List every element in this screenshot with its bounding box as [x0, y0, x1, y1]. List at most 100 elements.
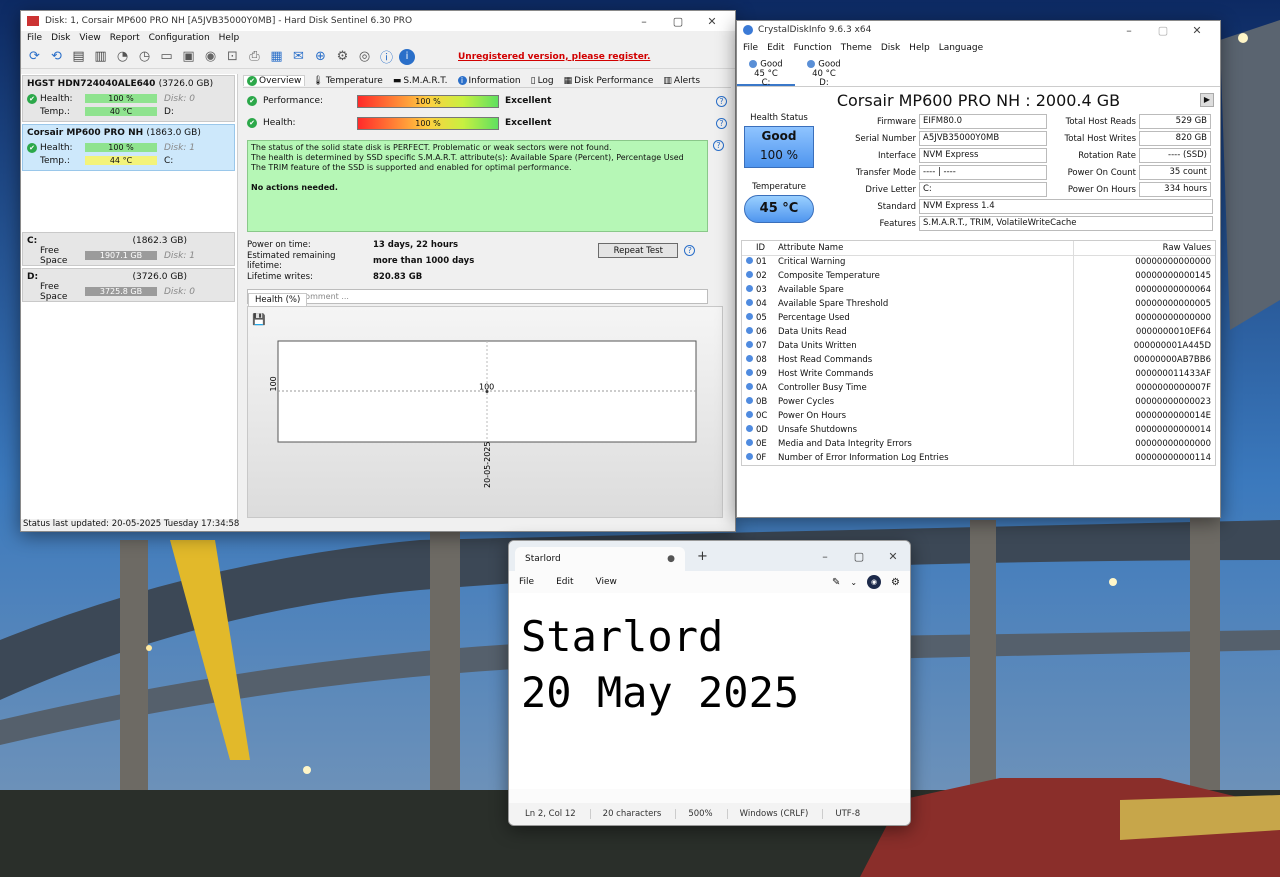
unregistered-link[interactable]: Unregistered version, please register.: [458, 52, 650, 62]
tab-log[interactable]: ▯ Log: [528, 76, 557, 86]
tab-overview[interactable]: ✔ Overview: [243, 75, 306, 86]
line-ending[interactable]: Windows (CRLF): [740, 809, 824, 819]
copilot-icon[interactable]: ✎: [832, 577, 840, 588]
refresh-icon[interactable]: ⟳: [25, 47, 44, 66]
encoding[interactable]: UTF-8: [835, 809, 874, 819]
table-row[interactable]: 08 Host Read Commands 00000000AB7BB6: [742, 353, 1215, 367]
settings-icon[interactable]: ⚙: [333, 47, 352, 66]
disk-entry-1[interactable]: Corsair MP600 PRO NH (1863.0 GB) ✔ Health…: [22, 124, 235, 171]
maximize-icon[interactable]: ▢: [1146, 24, 1180, 37]
volume-entry-c[interactable]: C: (1862.3 GB) Free Space 1907.1 GB Disk: 1: [22, 232, 235, 266]
mail-icon[interactable]: ✉: [289, 47, 308, 66]
menu-disk[interactable]: Disk: [51, 33, 70, 43]
close-icon[interactable]: ✕: [695, 15, 729, 28]
table-row[interactable]: 01 Critical Warning 00000000000000: [742, 255, 1215, 269]
disk-tools-icon[interactable]: ▥: [91, 47, 110, 66]
bench-icon[interactable]: ◔: [113, 47, 132, 66]
timer-icon[interactable]: ◷: [135, 47, 154, 66]
menu-configuration[interactable]: Configuration: [149, 33, 210, 43]
avatar[interactable]: ◉: [867, 575, 882, 589]
minimize-icon[interactable]: –: [808, 550, 842, 563]
table-row[interactable]: 0A Controller Busy Time 0000000000007F: [742, 381, 1215, 395]
table-row[interactable]: 05 Percentage Used 00000000000000: [742, 311, 1215, 325]
table-row[interactable]: 06 Data Units Read 0000000010EF64: [742, 325, 1215, 339]
menu-file[interactable]: File: [27, 33, 42, 43]
close-icon[interactable]: ✕: [876, 550, 910, 563]
plus-icon[interactable]: +: [697, 549, 708, 564]
menu-help[interactable]: Help: [909, 43, 930, 53]
drive-button-c[interactable]: Good 45 °C C:: [737, 57, 795, 87]
chevron-down-icon[interactable]: ⌄: [850, 578, 857, 587]
menu-view[interactable]: View: [79, 33, 100, 43]
alert-icon[interactable]: ◎: [355, 47, 374, 66]
table-row[interactable]: 0C Power On Hours 0000000000014E: [742, 409, 1215, 423]
hdd-icon[interactable]: ◉: [201, 47, 220, 66]
status-dot-icon: [742, 381, 756, 395]
disk-entry-0[interactable]: HGST HDN724040ALE640 (3726.0 GB) ✔ Health…: [22, 75, 235, 122]
help-icon[interactable]: ?: [684, 245, 696, 256]
network-icon[interactable]: ⊡: [223, 47, 242, 66]
refresh-all-icon[interactable]: ⟲: [47, 47, 66, 66]
maximize-icon[interactable]: ▢: [661, 15, 695, 28]
repeat-test-button[interactable]: Repeat Test: [598, 243, 679, 258]
notepad-tab[interactable]: Starlord ●: [515, 547, 685, 571]
tab-temperature[interactable]: 🌡 Temperature: [309, 76, 385, 86]
col-attribute-name[interactable]: Attribute Name: [778, 241, 1074, 256]
notepad-editor[interactable]: Starlord 20 May 2025: [509, 593, 910, 789]
table-row[interactable]: 0B Power Cycles 00000000000023: [742, 395, 1215, 409]
drive-button-d[interactable]: Good 40 °C D:: [795, 57, 853, 87]
col-id[interactable]: ID: [756, 241, 778, 256]
menu-help[interactable]: Help: [219, 33, 240, 43]
table-row[interactable]: 0D Unsafe Shutdowns 00000000000014: [742, 423, 1215, 437]
maximize-icon[interactable]: ▢: [842, 550, 876, 563]
chart-tab[interactable]: Health (%): [248, 293, 308, 306]
minimize-icon[interactable]: –: [1112, 24, 1146, 37]
tab-information[interactable]: i Information: [455, 76, 524, 86]
menu-view[interactable]: View: [596, 577, 617, 587]
menu-language[interactable]: Language: [939, 43, 983, 53]
table-row[interactable]: 04 Available Spare Threshold 0000000000000…: [742, 297, 1215, 311]
menu-function[interactable]: Function: [794, 43, 832, 53]
printer-icon[interactable]: ⎙: [245, 47, 264, 66]
help-icon[interactable]: ?: [713, 140, 724, 151]
info-icon[interactable]: i: [399, 48, 415, 65]
table-row[interactable]: 02 Composite Temperature 00000000000145: [742, 269, 1215, 283]
hds-titlebar[interactable]: Disk: 1, Corsair MP600 PRO NH [A5JVB3500…: [21, 11, 735, 31]
table-row[interactable]: 0F Number of Error Information Log Entrie…: [742, 451, 1215, 465]
settings-icon[interactable]: ⚙: [891, 577, 900, 588]
attribute-name: Available Spare: [778, 285, 844, 295]
surface-icon[interactable]: ▣: [179, 47, 198, 66]
table-row[interactable]: 09 Host Write Commands 000000011433AF: [742, 367, 1215, 381]
tab-alerts[interactable]: ▥ Alerts: [660, 76, 703, 86]
table-row[interactable]: 03 Available Spare 00000000000064: [742, 283, 1215, 297]
web-icon[interactable]: ⊕: [311, 47, 330, 66]
menu-edit[interactable]: Edit: [767, 43, 784, 53]
comment-field[interactable]: Click to add comment ...: [247, 289, 708, 304]
volume-entry-d[interactable]: D: (3726.0 GB) Free Space 3725.8 GB Disk: 0: [22, 268, 235, 302]
temperature-button[interactable]: 45 °C: [744, 195, 814, 223]
help-icon[interactable]: ?: [716, 117, 727, 129]
zoom-level[interactable]: 500%: [688, 809, 728, 819]
col-raw-values[interactable]: Raw Values: [1073, 241, 1215, 256]
disk-icon[interactable]: ▤: [69, 47, 88, 66]
help-icon[interactable]: ⓘ: [377, 47, 396, 66]
menu-theme[interactable]: Theme: [841, 43, 872, 53]
menu-file[interactable]: File: [743, 43, 758, 53]
cdi-titlebar[interactable]: CrystalDiskInfo 9.6.3 x64 – ▢ ✕: [737, 21, 1220, 39]
next-disk-icon[interactable]: ▶: [1200, 93, 1214, 107]
help-icon[interactable]: ?: [716, 95, 727, 107]
test-icon[interactable]: ▭: [157, 47, 176, 66]
minimize-icon[interactable]: –: [627, 15, 661, 28]
table-row[interactable]: 07 Data Units Written 000000001A445D: [742, 339, 1215, 353]
tab-disk-performance[interactable]: ▦ Disk Performance: [561, 76, 657, 86]
report-icon[interactable]: ▦: [267, 47, 286, 66]
table-row[interactable]: 0E Media and Data Integrity Errors 0000000…: [742, 437, 1215, 451]
health-status-button[interactable]: Good 100 %: [744, 126, 814, 168]
cdi-model-title: Corsair MP600 PRO NH : 2000.4 GB ▶: [737, 87, 1220, 113]
close-icon[interactable]: ✕: [1180, 24, 1214, 37]
menu-disk[interactable]: Disk: [881, 43, 900, 53]
menu-edit[interactable]: Edit: [556, 577, 573, 587]
menu-file[interactable]: File: [519, 577, 534, 587]
menu-report[interactable]: Report: [110, 33, 140, 43]
tab-smart[interactable]: ▬ S.M.A.R.T.: [390, 76, 451, 86]
